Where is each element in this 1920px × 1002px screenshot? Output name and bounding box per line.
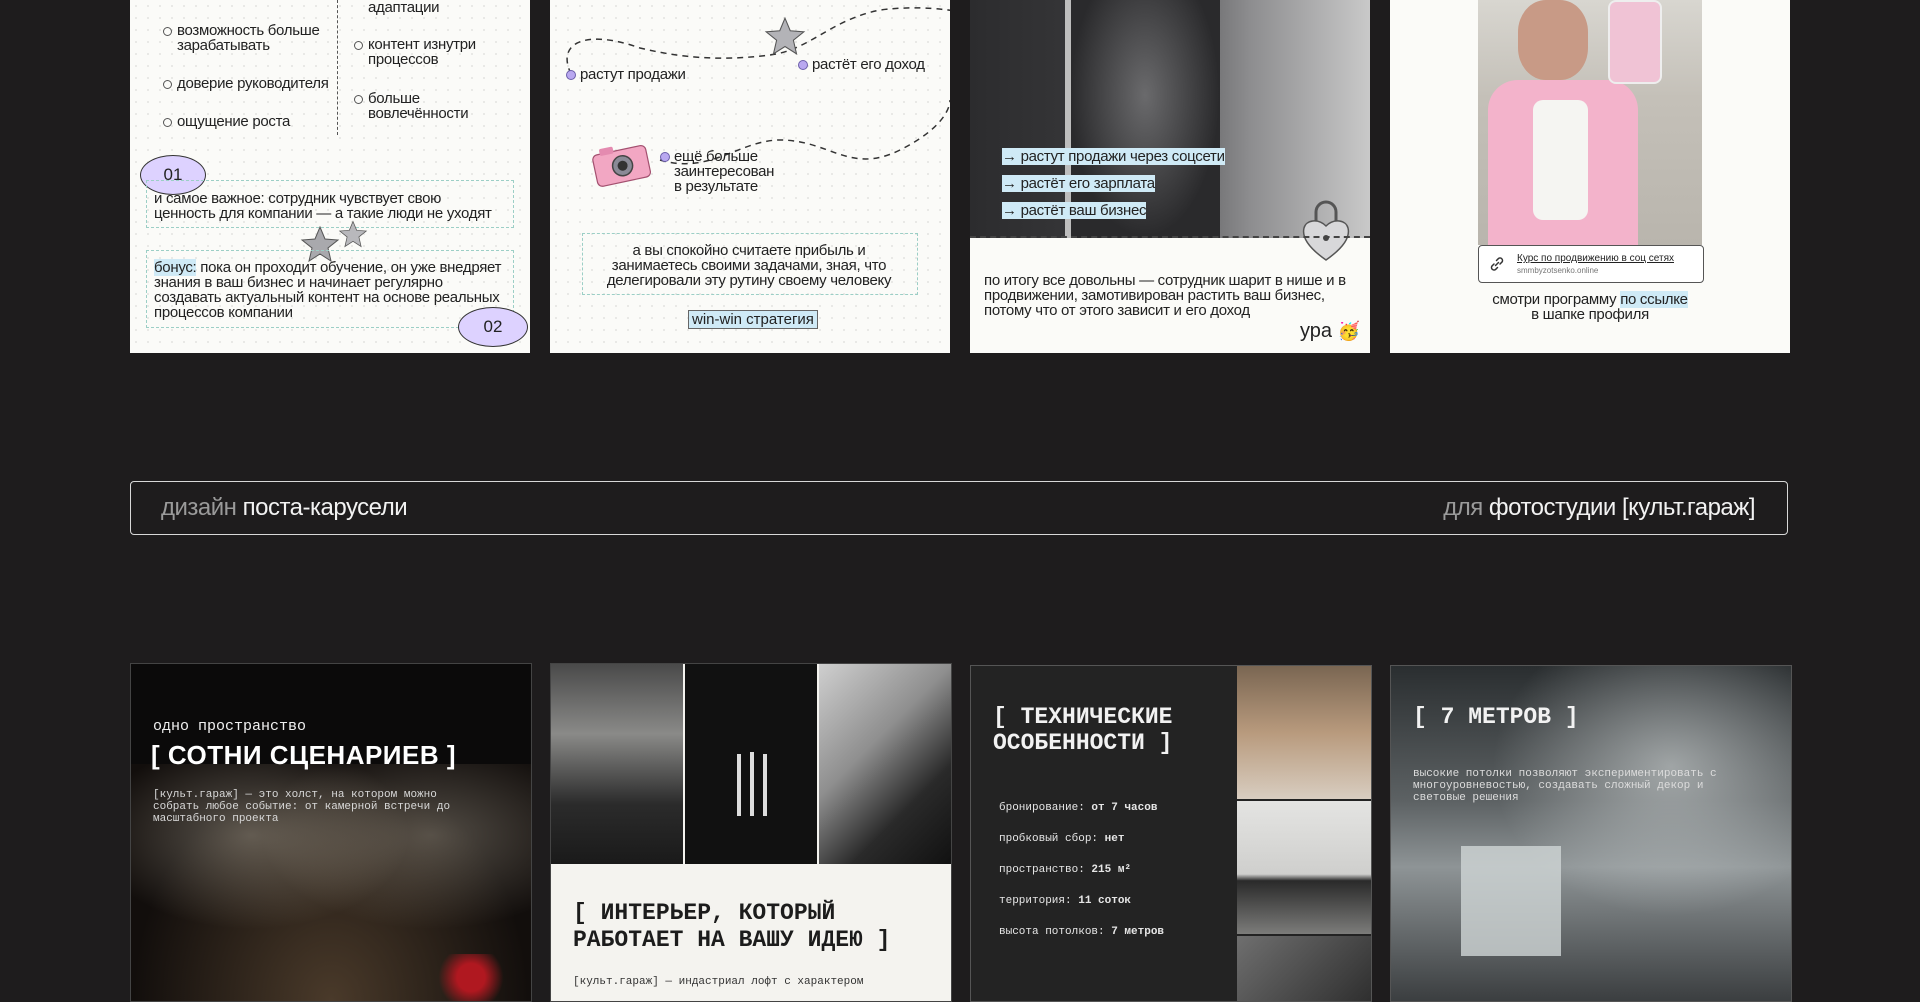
section-banner: дизайн поста-карусели для фотостудии [ку…	[130, 481, 1788, 535]
summary-text: по итогу все довольны — сотрудник шарит …	[984, 272, 1346, 319]
arrow-item: → растут продажи через соцсети	[1002, 148, 1225, 165]
red-decor	[431, 954, 511, 1001]
ura-text: ура 🥳	[1300, 320, 1361, 342]
card-title: [ ТЕХНИЧЕСКИЕ ОСОБЕННОСТИ ]	[993, 704, 1173, 756]
link-sticker[interactable]: Курс по продвижению в соц сетях smmbyzot…	[1478, 245, 1704, 283]
bullet-icon	[163, 80, 172, 89]
arrow-item: → растёт ваш бизнес	[1002, 202, 1147, 219]
carousel-card-specs: [ ТЕХНИЧЕСКИЕ ОСОБЕННОСТИ ] бронирование…	[970, 665, 1372, 1002]
benefit-item: возможность больше зарабатывать	[177, 22, 320, 54]
benefit-label: ещё больше заинтересован в результате	[674, 148, 775, 195]
camera-icon	[592, 145, 652, 187]
card-title: [ 7 МЕТРОВ ]	[1413, 704, 1579, 730]
woman-selfie-photo	[1478, 0, 1702, 245]
benefit-item: больше вовлечённости	[368, 90, 469, 122]
step-badge: 02	[458, 307, 528, 347]
card-body: высокие потолки позволяют экспериментиро…	[1413, 768, 1717, 804]
callout-text: бонус: пока он проходит обучение, он уже…	[154, 259, 506, 321]
marker-dot	[660, 152, 670, 162]
tools-photo	[685, 664, 817, 864]
spec-row: пространство: 215 м²	[999, 864, 1132, 876]
benefit-item: доверие руководителя	[177, 75, 329, 92]
hall-photo	[551, 664, 683, 864]
card-body: [культ.гараж] — это холст, на котором мо…	[153, 789, 451, 825]
card-subtitle: одно пространство	[153, 718, 307, 735]
benefit-label: растёт его доход	[812, 56, 925, 73]
marker-dot	[566, 70, 576, 80]
wrench-icon	[737, 752, 767, 816]
link-title: Курс по продвижению в соц сетях	[1517, 253, 1674, 264]
spec-row: высота потолков: 7 метров	[999, 926, 1165, 938]
link-url: smmbyzotsenko.online	[1517, 266, 1599, 275]
carousel-card-winwin: растут продажи растёт его доход ещё боль…	[550, 0, 950, 353]
star-icon	[764, 16, 806, 55]
column-divider	[337, 0, 338, 135]
carousel-card-benefits: возможность больше зарабатывать доверие …	[130, 0, 530, 353]
heart-lock-icon	[1302, 200, 1350, 261]
card-body: [культ.гараж] — индастриал лофт с характ…	[573, 976, 864, 988]
carousel-card-course: Курс по продвижению в соц сетях smmbyzot…	[1390, 0, 1790, 353]
bullet-icon	[354, 41, 363, 50]
callout-text: а вы спокойно считаете прибыль и занимае…	[606, 242, 892, 289]
spec-row: бронирование: от 7 часов	[999, 802, 1158, 814]
carousel-card-scenarios: одно пространство [ СОТНИ СЦЕНАРИЕВ ] [к…	[130, 663, 532, 1002]
bullet-icon	[163, 118, 172, 127]
table-photo	[819, 664, 951, 864]
bullet-icon	[163, 27, 172, 36]
wavy-divider	[970, 236, 1370, 238]
benefit-item: адаптации	[368, 0, 440, 16]
banner-right: для фотостудии [культ.гараж]	[1443, 494, 1755, 521]
marker-dot	[798, 60, 808, 70]
link-icon	[1490, 257, 1504, 271]
shelf-photo	[1237, 666, 1371, 799]
card-title: [ СОТНИ СЦЕНАРИЕВ ]	[151, 740, 456, 770]
star-icon	[338, 220, 368, 248]
sofa-photo	[1237, 801, 1371, 934]
caption-text: смотри программу по ссылке в шапке профил…	[1492, 291, 1688, 323]
benefit-item: контент изнутри процессов	[368, 36, 476, 68]
celebration-emoji-icon: 🥳	[1337, 321, 1361, 341]
billiard-photo	[1237, 936, 1371, 1001]
bonus-text: пока он проходит обучение, он уже внедря…	[154, 259, 502, 321]
carousel-card-interior: [ ИНТЕРЬЕР, КОТОРЫЙ РАБОТАЕТ НА ВАШУ ИДЕ…	[550, 663, 952, 1002]
spec-row: пробковый сбор: нет	[999, 833, 1125, 845]
bullet-icon	[354, 95, 363, 104]
carousel-card-ceilings: [ 7 МЕТРОВ ] высокие потолки позволяют э…	[1390, 665, 1792, 1002]
window-photo	[1461, 846, 1561, 956]
benefit-item: ощущение роста	[177, 113, 291, 130]
carousel-card-summary: → растут продажи через соцсети → растёт …	[970, 0, 1370, 353]
arrow-item: → растёт его зарплата	[1002, 175, 1155, 192]
callout-text: и самое важное: сотрудник чувствует свою…	[154, 190, 492, 222]
card-title: [ ИНТЕРЬЕР, КОТОРЫЙ РАБОТАЕТ НА ВАШУ ИДЕ…	[573, 900, 891, 953]
strategy-tag: win-win стратегия	[688, 310, 818, 329]
benefit-label: растут продажи	[580, 66, 686, 83]
banner-left: дизайн поста-карусели	[161, 494, 408, 521]
spec-row: территория: 11 соток	[999, 895, 1132, 907]
